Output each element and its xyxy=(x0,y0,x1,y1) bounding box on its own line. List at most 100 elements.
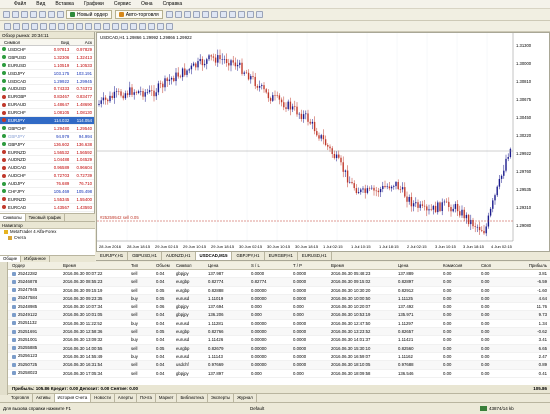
autoscroll-icon[interactable] xyxy=(228,11,236,18)
col-profit[interactable]: Прибыль xyxy=(516,262,550,269)
crosshair-icon[interactable] xyxy=(13,22,20,30)
market-watch-icon[interactable] xyxy=(21,11,28,18)
tab-trade[interactable]: Торговля xyxy=(8,394,33,402)
col-sl[interactable]: S / L xyxy=(251,262,293,269)
period-m15-icon[interactable] xyxy=(112,22,119,30)
menu-window[interactable]: Окна xyxy=(141,1,153,7)
menu-file[interactable]: Файл xyxy=(14,1,26,7)
trendline-icon[interactable] xyxy=(40,22,47,30)
market-watch-row[interactable]: EURUSD 1.10519 1.10533 xyxy=(0,62,94,70)
label-icon[interactable] xyxy=(76,22,83,30)
col-commission[interactable]: Комиссия xyxy=(443,262,481,269)
history-row[interactable]: 25246878 2016.06.30 08:55:23 sell 0.04 eurgb… xyxy=(8,278,550,287)
market-watch-row[interactable]: USDJPY 103.175 103.191 xyxy=(0,70,94,78)
tab-news[interactable]: Новости xyxy=(91,394,115,402)
zoom-in-icon[interactable] xyxy=(192,11,200,18)
history-row[interactable]: 25251132 2016.06.30 11:22:52 buy 0.04 eurusd… xyxy=(8,320,550,329)
horizontal-line-icon[interactable] xyxy=(31,22,38,30)
market-watch-row[interactable]: USDCHF 0.97813 0.97829 xyxy=(0,46,94,54)
market-watch-row[interactable]: EURAUD 1.48647 1.48690 xyxy=(0,101,94,110)
history-row[interactable]: 25250725 2016.06.30 16:31:54 sell 0.04 usdch… xyxy=(8,361,550,370)
market-watch-row[interactable]: AUDJPY 76.689 76.710 xyxy=(0,180,94,189)
history-row[interactable]: 25249122 2016.06.30 10:01:05 sell 0.04 gbpjp… xyxy=(8,311,550,320)
data-window-icon[interactable] xyxy=(30,11,37,18)
market-watch-row[interactable]: USDCAD 1.29922 1.29945 xyxy=(0,78,94,86)
tab-library[interactable]: Библиотека xyxy=(177,394,208,402)
col-symbol[interactable]: Символ xyxy=(0,39,48,45)
market-watch-row[interactable]: EURCAD 1.43567 1.43593 xyxy=(0,204,94,212)
chart-tab-audnzd[interactable]: AUDNZD,H1 xyxy=(162,252,196,260)
period-m1-icon[interactable] xyxy=(94,22,101,30)
market-watch-row[interactable]: AUDUSD 0.74333 0.74373 xyxy=(0,85,94,94)
vertical-line-icon[interactable] xyxy=(22,22,29,30)
tab-tick-chart[interactable]: Тиковый график xyxy=(26,214,65,221)
market-watch-row[interactable]: EURNZD 1.55345 1.55400 xyxy=(0,196,94,204)
profiles-icon[interactable] xyxy=(12,11,19,18)
col-ask[interactable]: Аск xyxy=(71,39,94,45)
market-watch-row[interactable]: CHFJPY 105.469 105.498 xyxy=(0,188,94,196)
col-order[interactable]: Ордер xyxy=(8,262,63,269)
history-row[interactable]: 25247945 2016.06.30 09:15:19 sell 0.05 eurgb… xyxy=(8,287,550,295)
market-watch-row[interactable]: EURNZD 1.56532 1.56592 xyxy=(0,149,94,157)
chart-tab-gbpjpy[interactable]: GBPJPY,H1 xyxy=(232,252,265,260)
menu-charts[interactable]: Графики xyxy=(84,1,104,7)
new-chart-icon[interactable] xyxy=(3,11,10,18)
period-w1-icon[interactable] xyxy=(157,22,164,30)
tab-exposure[interactable]: Активы xyxy=(33,394,55,402)
col-symbol[interactable]: Символ xyxy=(176,262,208,269)
zoom-out-icon[interactable] xyxy=(201,11,209,18)
history-row[interactable]: 25256123 2016.06.30 14:55:49 buy 0.04 eurusd… xyxy=(8,353,550,362)
history-row[interactable]: 25248985 2016.06.30 10:07:34 sell 0.06 gbpjp… xyxy=(8,303,550,312)
menu-tools[interactable]: Сервис xyxy=(114,1,131,7)
market-watch-row[interactable]: AUDNZD 1.04488 1.04529 xyxy=(0,156,94,165)
period-h1-icon[interactable] xyxy=(130,22,137,30)
chart-tab-usdcad[interactable]: USDCAD,M15 xyxy=(195,252,233,260)
col-close-price[interactable]: Цена xyxy=(398,262,443,269)
channel-icon[interactable] xyxy=(49,22,56,30)
market-watch-row[interactable]: GBPJPY 94.979 94.994 xyxy=(0,133,94,141)
autotrading-button[interactable]: Авто-торговля xyxy=(114,10,163,19)
periods-icon[interactable] xyxy=(246,11,254,18)
market-watch-row[interactable]: EURCHF 1.08105 1.08130 xyxy=(0,109,94,118)
strategy-tester-icon[interactable] xyxy=(57,11,64,18)
chart-tab-eurusd[interactable]: EURUSD,H1 xyxy=(298,252,332,260)
history-row[interactable]: 25251001 2016.06.30 13:09:32 buy 0.04 eurusd… xyxy=(8,336,550,345)
menu-view[interactable]: Вид xyxy=(36,1,45,7)
tab-market[interactable]: Маркет xyxy=(156,394,178,402)
terminal-icon[interactable] xyxy=(48,11,55,18)
menu-help[interactable]: Справка xyxy=(163,1,183,7)
market-watch-row[interactable]: GBPCHF 1.29480 1.29540 xyxy=(0,125,94,133)
history-row[interactable]: 25242282 2016.06.30 00:07:22 sell 0.04 gbpjp… xyxy=(8,270,550,279)
period-mn-icon[interactable] xyxy=(166,22,173,30)
col-open-time[interactable]: Время xyxy=(63,262,131,269)
templates-icon[interactable] xyxy=(255,11,263,18)
history-row[interactable]: 25258023 2016.06.30 17:05:34 sell 0.04 gbpjp… xyxy=(8,370,550,378)
history-row[interactable]: 25247584 2016.06.30 09:23:35 buy 0.05 eurusd… xyxy=(8,294,550,304)
line-chart-icon[interactable] xyxy=(183,11,191,18)
col-close-time[interactable]: Время xyxy=(331,262,398,269)
bar-chart-icon[interactable] xyxy=(165,11,173,18)
tab-mailbox[interactable]: Почта xyxy=(137,394,156,402)
tab-account-history[interactable]: История Счета xyxy=(54,394,92,402)
period-m5-icon[interactable] xyxy=(103,22,110,30)
period-d1-icon[interactable] xyxy=(148,22,155,30)
arrows-icon[interactable] xyxy=(85,22,92,30)
tab-symbols[interactable]: Символы xyxy=(0,214,26,221)
chart-tab-eurjpy[interactable]: EURJPY,H1 xyxy=(96,252,129,260)
navigator-item-accounts[interactable]: Счета xyxy=(0,235,95,241)
col-type[interactable]: Тип xyxy=(131,262,156,269)
text-icon[interactable] xyxy=(67,22,74,30)
menu-insert[interactable]: Вставка xyxy=(55,1,74,7)
tab-alerts[interactable]: Алерты xyxy=(115,394,137,402)
col-swap[interactable]: Своп xyxy=(481,262,516,269)
tile-windows-icon[interactable] xyxy=(210,11,218,18)
col-volume[interactable]: Объем xyxy=(156,262,176,269)
col-tp[interactable]: T / P xyxy=(293,262,331,269)
candlestick-chart[interactable]: #25259542 sell 0.05 USDCAD,H1 1.29866 1.… xyxy=(96,33,549,251)
chart-tab-eurgbp[interactable]: EURGBP,H1 xyxy=(265,252,298,260)
navigator-icon[interactable] xyxy=(39,11,46,18)
market-watch-row[interactable]: EURGBP 0.83467 0.83477 xyxy=(0,93,94,102)
history-row[interactable]: 25255885 2016.06.30 14:00:55 sell 0.05 eurgb… xyxy=(8,344,550,353)
new-order-button[interactable]: Новый ордер xyxy=(66,10,112,19)
history-row[interactable]: 25251691 2016.06.30 12:58:36 sell 0.05 eurgb… xyxy=(8,328,550,337)
